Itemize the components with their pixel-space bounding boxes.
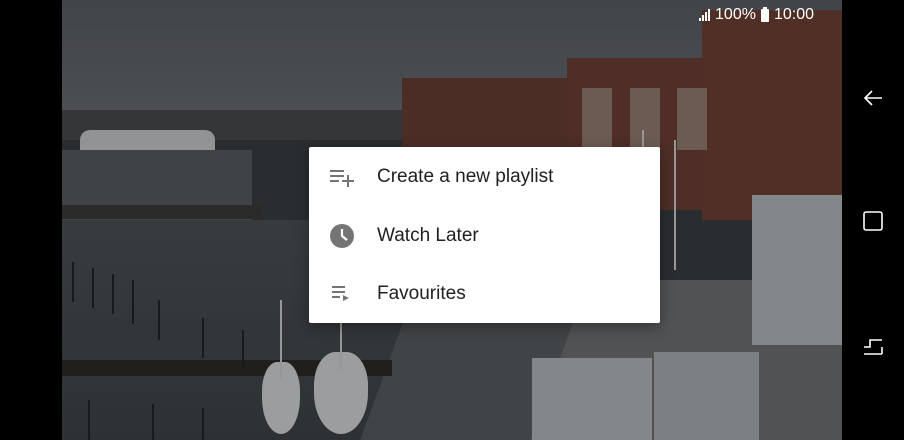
recents-button[interactable] — [856, 330, 890, 364]
playlist-play-icon — [329, 282, 375, 306]
menu-item-label: Favourites — [377, 283, 466, 305]
signal-icon — [699, 9, 711, 21]
battery-percent: 100% — [715, 6, 756, 23]
menu-item-favourites[interactable]: Favourites — [309, 265, 660, 324]
screen: Create a new playlist Watch Later Favour… — [62, 0, 842, 440]
menu-item-create-playlist[interactable]: Create a new playlist — [309, 148, 660, 207]
recents-icon — [864, 339, 883, 355]
back-button[interactable] — [856, 82, 890, 116]
battery-icon — [760, 6, 769, 22]
menu-item-label: Create a new playlist — [377, 166, 554, 188]
menu-item-watch-later[interactable]: Watch Later — [309, 207, 660, 266]
playlist-add-icon — [329, 165, 375, 189]
back-icon — [863, 90, 882, 106]
navigation-bar — [842, 0, 904, 440]
add-to-playlist-menu: Create a new playlist Watch Later Favour… — [309, 147, 660, 323]
device-frame: Create a new playlist Watch Later Favour… — [0, 0, 904, 440]
clock-icon — [329, 223, 375, 248]
status-bar: 100% 10:00 — [699, 6, 814, 24]
home-button[interactable] — [856, 204, 890, 238]
home-icon — [863, 211, 883, 231]
clock-time: 10:00 — [773, 6, 814, 23]
menu-item-label: Watch Later — [377, 224, 479, 246]
